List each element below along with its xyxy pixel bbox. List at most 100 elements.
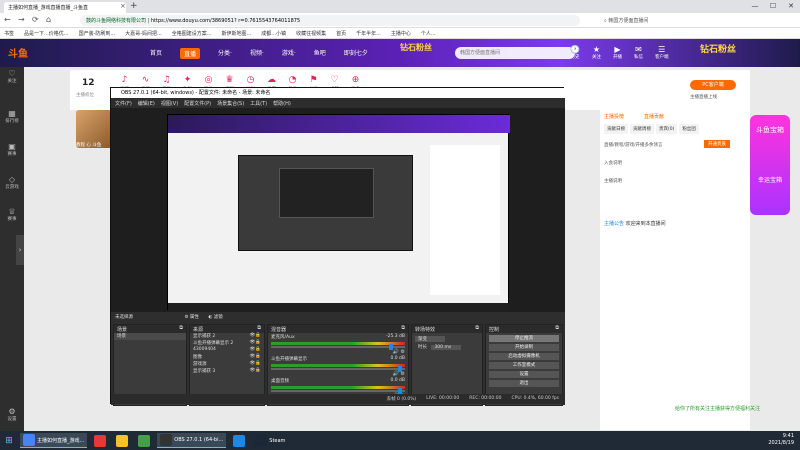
site-nav-item[interactable]: 直播 (180, 48, 201, 59)
duration-value[interactable]: 300 ms (431, 345, 462, 350)
bookmark-item[interactable]: 国产装-防刷到... (79, 30, 116, 37)
eye-icon[interactable]: 👁🔒 (250, 361, 261, 368)
header-action[interactable]: ✉ 私信 (634, 45, 643, 60)
minimize-icon[interactable]: — (746, 0, 764, 13)
obs-menu-item[interactable]: 帮助(H) (273, 100, 291, 107)
bookmark-item[interactable]: 成都...小镇 (261, 30, 286, 37)
bookmark-item[interactable]: 大嘉哥-妈间把... (125, 30, 162, 37)
header-action[interactable]: ☰ 客户端 (655, 45, 669, 60)
control-button[interactable]: 启动虚拟摄像机 (489, 353, 559, 360)
header-action[interactable]: ▶ 开播 (613, 45, 622, 60)
source-item[interactable]: 游戏源 👁🔒 (190, 361, 264, 368)
site-nav-item[interactable]: 首页 (150, 48, 162, 59)
taskbar-app[interactable] (135, 433, 153, 448)
source-item[interactable]: 显示捕获 3 👁🔒 (190, 368, 264, 375)
taskbar-app[interactable]: OBS 27.0.1 (64-bi... (157, 433, 227, 448)
obs-menu-item[interactable]: 工具(T) (250, 100, 267, 107)
site-nav-item[interactable]: 视频· (250, 48, 264, 59)
properties-button[interactable]: ⚙ 属性 (184, 315, 198, 320)
control-button[interactable]: 开始录制 (489, 344, 559, 351)
site-nav-item[interactable]: 即刻七夕 (344, 48, 368, 59)
control-button[interactable]: 退出 (489, 380, 559, 387)
rank-subtab[interactable]: 粉丝团 (679, 124, 699, 134)
site-search-input[interactable]: 韩国方便面直播间 (455, 47, 575, 59)
obs-menu-item[interactable]: 视图(V) (161, 100, 178, 107)
eye-icon[interactable]: 👁🔒 (250, 340, 261, 347)
source-item[interactable]: 图像 👁🔒 (190, 354, 264, 361)
sidebar-item[interactable]: ⚙ 设置 (0, 407, 24, 422)
source-item[interactable]: 43009404 👁🔒 (190, 347, 264, 354)
dock-popout-icon[interactable]: ⧉ (257, 325, 261, 331)
eye-icon[interactable]: 👁🔒 (250, 347, 261, 354)
dock-popout-icon[interactable]: ⧉ (401, 325, 405, 331)
url-input[interactable]: 鼓的斗鱼网络科技有限公司 | https://www.douyu.com/386… (80, 15, 580, 26)
obs-preview[interactable] (111, 108, 565, 312)
rank-subtab[interactable]: 贡献周榜 (630, 124, 654, 134)
pc-client-button[interactable]: PC客户端 (690, 80, 736, 90)
sidebar-item[interactable]: ♡ 关注 (0, 69, 24, 84)
sidebar-item[interactable]: ♕ 赛事 (0, 207, 24, 222)
bookmark-item[interactable]: 品是一下...价格优... (24, 30, 69, 37)
sidebar-item[interactable]: ◇ 云游戏 (0, 175, 24, 190)
dock-popout-icon[interactable]: ⧉ (475, 325, 479, 331)
eye-icon[interactable]: 👁🔒 (250, 368, 261, 375)
bookmark-item[interactable]: 主播中心 (391, 30, 411, 37)
new-tab-icon[interactable]: + (130, 1, 138, 11)
site-nav-item[interactable]: 鱼吧 (314, 48, 326, 59)
maximize-icon[interactable]: ☐ (764, 0, 782, 13)
control-button[interactable]: 停止推流 (489, 335, 559, 342)
home-icon[interactable]: ⌂ (46, 15, 51, 24)
volume-slider[interactable] (271, 388, 405, 394)
source-item[interactable]: 斗鱼开播弹幕显示 2 👁🔒 (190, 340, 264, 347)
control-button[interactable]: 工作室模式 (489, 362, 559, 369)
site-nav-item[interactable]: 分类· (218, 48, 232, 59)
header-action[interactable]: ★ 关注 (592, 45, 601, 60)
windows-start-icon[interactable]: ⊞ (0, 436, 18, 446)
forward-icon[interactable]: → (18, 15, 25, 24)
bookmark-item[interactable]: 个人... (421, 30, 436, 37)
taskbar-app[interactable] (230, 433, 248, 448)
slider-handle[interactable] (388, 344, 393, 350)
back-icon[interactable]: ← (4, 15, 11, 24)
bookmark-item[interactable]: 首页 (336, 30, 346, 37)
taskbar-app[interactable]: Steam (252, 433, 288, 448)
rank-tab[interactable]: 主播投榜 (604, 113, 624, 120)
eye-icon[interactable]: 👁🔒 (250, 333, 261, 340)
volume-slider[interactable] (271, 366, 405, 372)
dock-popout-icon[interactable]: ⧉ (179, 325, 183, 331)
obs-menu-item[interactable]: 文件(F) (115, 100, 132, 107)
scene-item[interactable]: 场景 (114, 333, 186, 340)
header-action[interactable]: 🕐 历史 (570, 45, 580, 60)
promo-banner[interactable]: 钻石粉丝 (400, 42, 432, 53)
site-nav-item[interactable]: 游戏· (282, 48, 296, 59)
bookmark-item[interactable]: 千年半年... (356, 30, 381, 37)
dock-popout-icon[interactable]: ⧉ (555, 325, 559, 331)
sidebar-item[interactable]: ▣ 赛事 (0, 142, 24, 157)
close-window-icon[interactable]: ✕ (782, 0, 800, 13)
douyu-logo[interactable]: 斗鱼 (8, 45, 28, 60)
control-button[interactable]: 设置 (489, 371, 559, 378)
obs-menu-item[interactable]: 场景集合(S) (217, 100, 244, 107)
system-clock[interactable]: 9:41 2021/8/19 (768, 433, 794, 447)
obs-menu-item[interactable]: 编辑(E) (138, 100, 155, 107)
transition-duration[interactable]: 时长 300 ms (412, 343, 482, 351)
eye-icon[interactable]: 👁🔒 (250, 354, 261, 361)
browser-search[interactable]: ⌕ 韩国方便面直播间 (600, 15, 710, 26)
browser-tab[interactable]: 主播如何直播_游戏直播直播_斗鱼直 × (4, 2, 126, 13)
sidebar-item[interactable]: ▦ 排行榜 (0, 109, 24, 124)
pc-client-link[interactable]: 主播直播上线 (690, 94, 717, 100)
taskbar-app[interactable] (91, 433, 109, 448)
bookmark-item[interactable]: 全格图建设方案... (172, 30, 212, 37)
taskbar-app[interactable] (113, 433, 131, 448)
volume-slider[interactable] (271, 344, 405, 350)
taskbar-app[interactable]: 主播如何直播_游戏... (20, 433, 88, 448)
bookmark-item[interactable]: 收藏往视频集 (296, 30, 326, 37)
obs-menu-item[interactable]: 配置文件(P) (184, 100, 211, 107)
close-icon[interactable]: × (120, 2, 126, 10)
slider-handle[interactable] (398, 366, 403, 372)
sidebar-toggle-icon[interactable]: › (16, 235, 24, 265)
transition-type[interactable]: 渐变 (412, 335, 482, 343)
filters-button[interactable]: ◐ 滤镜 (208, 315, 222, 320)
reload-icon[interactable]: ⟳ (32, 15, 39, 24)
treasure-box[interactable]: 斗鱼宝箱 幸运宝箱 (750, 115, 790, 215)
